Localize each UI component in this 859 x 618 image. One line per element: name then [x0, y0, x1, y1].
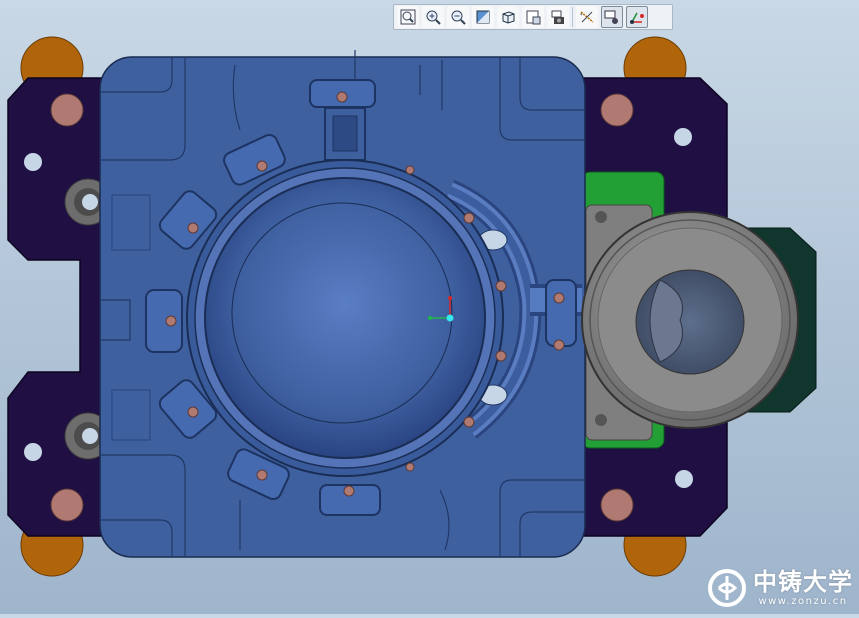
- mold-model-graphics[interactable]: [0, 0, 859, 614]
- zoom-out-icon: [451, 10, 466, 25]
- csys-display-icon: [630, 12, 644, 24]
- saved-views-button[interactable]: [522, 6, 544, 28]
- model-viewport[interactable]: [0, 0, 859, 614]
- display-style-button[interactable]: [497, 6, 519, 28]
- sprue-bushing-disc: [581, 211, 799, 429]
- watermark-text: 中铸大学 www.zonzu.cn: [753, 570, 853, 607]
- repaint-button[interactable]: [472, 6, 494, 28]
- zhongzhu-logo-icon: [708, 569, 746, 607]
- repaint-icon: [476, 10, 490, 24]
- annotation-display-icon: [604, 10, 618, 24]
- display-style-cube-icon: [502, 11, 515, 24]
- annotation-display-button[interactable]: [601, 6, 623, 28]
- datum-display-button[interactable]: *: [576, 6, 598, 28]
- zoom-fit-button[interactable]: [397, 6, 419, 28]
- top-gate-tab: [324, 107, 366, 161]
- zoom-in-button[interactable]: [422, 6, 444, 28]
- svg-text:*: *: [580, 13, 583, 19]
- view-manager-camera-icon: [551, 10, 564, 24]
- main-cavity: [186, 159, 504, 477]
- graphics-toolbar: *: [393, 4, 673, 30]
- watermark: 中铸大学 www.zonzu.cn: [707, 568, 853, 608]
- zoom-in-icon: [426, 10, 441, 25]
- zoom-out-button[interactable]: [447, 6, 469, 28]
- view-manager-button[interactable]: [547, 6, 569, 28]
- watermark-name: 中铸大学: [753, 567, 853, 596]
- saved-views-icon: [526, 10, 541, 25]
- datum-display-icon: *: [580, 11, 594, 23]
- csys-display-button[interactable]: [626, 6, 648, 28]
- watermark-url: www.zonzu.cn: [758, 595, 848, 607]
- toolbar-separator: [572, 7, 573, 27]
- zoom-fit-icon: [400, 9, 416, 25]
